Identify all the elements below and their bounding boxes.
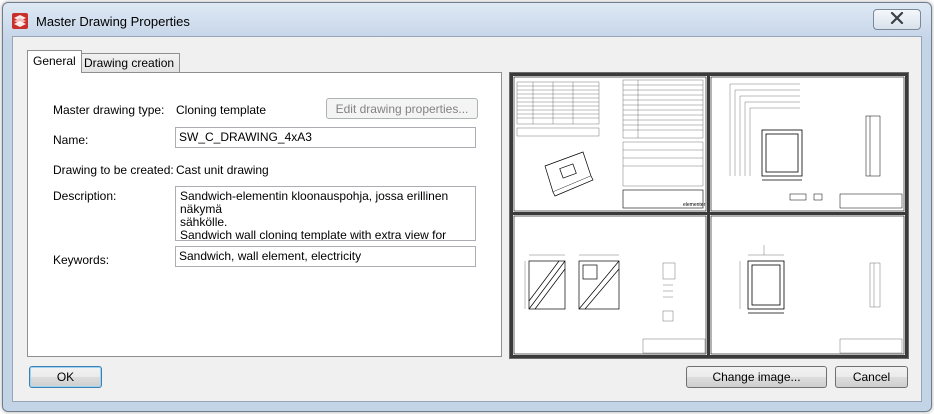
keywords-input[interactable]: Sandwich, wall element, electricity [175,246,476,267]
tab-general[interactable]: General [27,50,82,73]
change-image-button[interactable]: Change image... [686,366,827,388]
tekla-app-icon [11,12,29,30]
description-textarea[interactable]: Sandwich-elementin kloonauspohja, jossa … [175,186,476,241]
preview-sheet-2 [710,76,905,212]
dialog-window: Master Drawing Properties General Drawin… [2,2,932,412]
preview-sheet-4 [710,215,905,355]
close-button[interactable] [873,9,921,30]
general-tab-panel: Master drawing type: Cloning template Ed… [27,72,502,357]
window-title: Master Drawing Properties [36,14,190,29]
master-drawing-type-label: Master drawing type: [53,103,165,117]
drawing-to-be-created-value: Cast unit drawing [176,163,269,177]
tab-drawing-creation[interactable]: Drawing creation [78,53,181,72]
drawing-to-be-created-label: Drawing to be created: [53,163,174,177]
preview-sheet-3 [513,215,707,355]
edit-drawing-properties-button[interactable]: Edit drawing properties... [326,98,478,119]
preview-sheet-1: elementer [513,76,707,212]
ok-button[interactable]: OK [29,366,102,388]
close-icon [890,11,904,27]
master-drawing-type-value: Cloning template [176,103,267,117]
preview-brand-text: elementer [683,202,706,208]
keywords-label: Keywords: [53,253,110,267]
cancel-button[interactable]: Cancel [835,366,908,388]
description-label: Description: [53,189,117,203]
name-label: Name: [53,133,89,147]
name-input[interactable]: SW_C_DRAWING_4xA3 [175,127,476,148]
drawing-preview-image: elementer [509,72,909,359]
title-bar[interactable]: Master Drawing Properties [3,3,931,39]
dialog-client-area: General Drawing creation Master drawing … [12,36,922,402]
